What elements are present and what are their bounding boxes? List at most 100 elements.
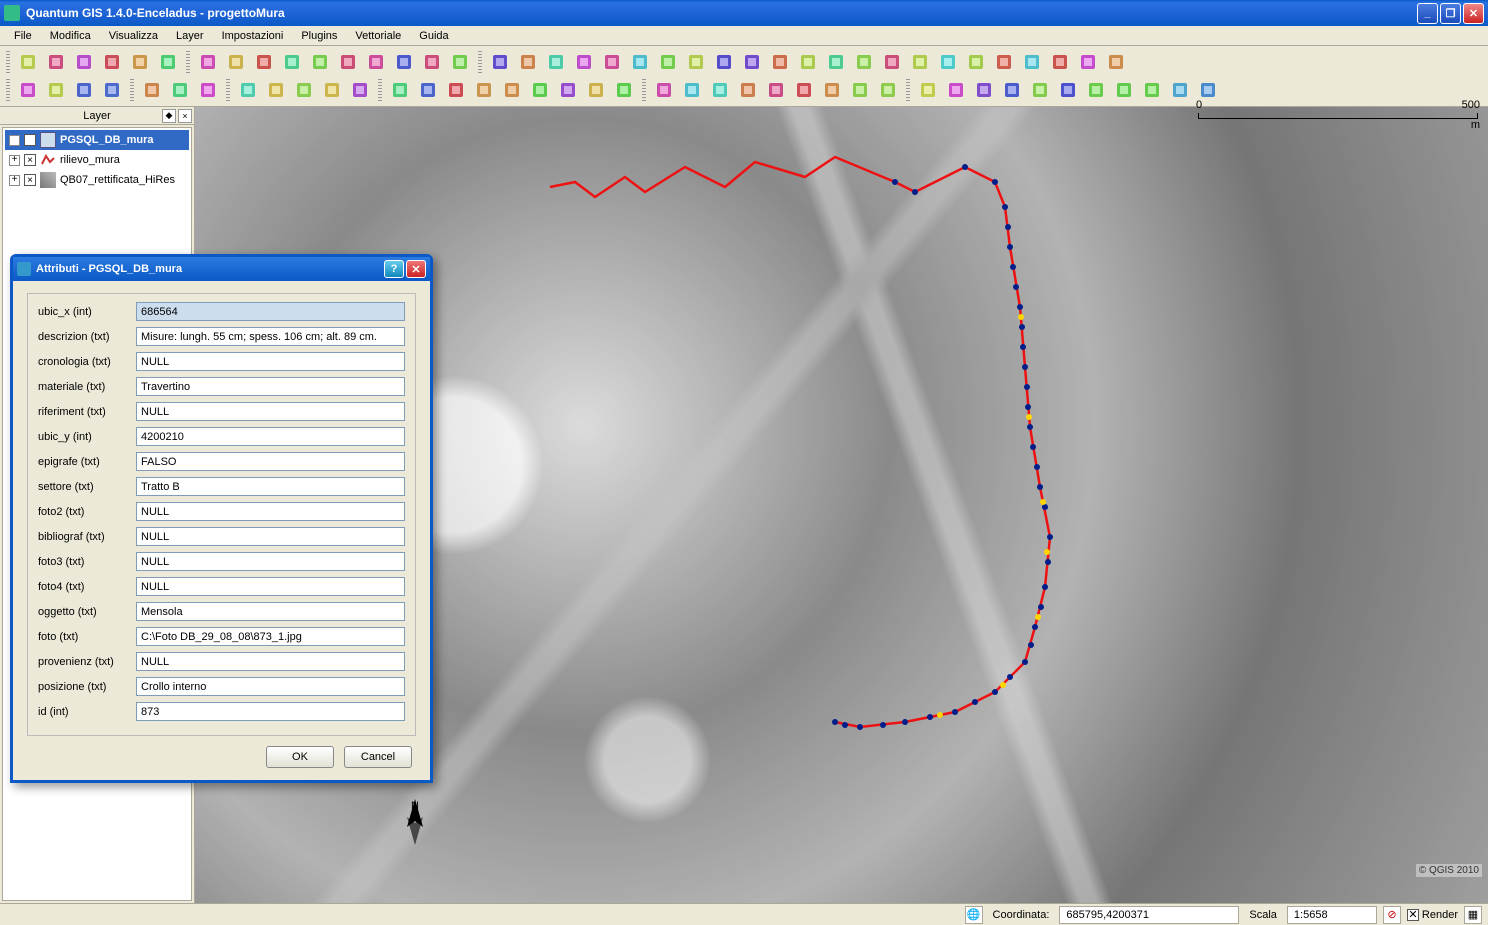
deselect-button[interactable] bbox=[72, 78, 96, 102]
add-spatialite-button[interactable] bbox=[308, 50, 332, 74]
zoom-selection-button[interactable] bbox=[472, 78, 496, 102]
dialog-titlebar[interactable]: Attributi - PGSQL_DB_mura ? ✕ bbox=[13, 257, 430, 281]
attribute-table-button[interactable] bbox=[100, 78, 124, 102]
rotate-button[interactable] bbox=[792, 78, 816, 102]
measure-area-button[interactable] bbox=[348, 78, 372, 102]
zoom-layer-button[interactable] bbox=[500, 78, 524, 102]
status-render-checkbox[interactable]: ✕ Render bbox=[1407, 909, 1458, 921]
expand-icon[interactable]: + bbox=[9, 155, 20, 166]
add-postgis-button[interactable] bbox=[252, 50, 276, 74]
field-input[interactable] bbox=[136, 652, 405, 671]
dissolve-button[interactable] bbox=[1112, 78, 1136, 102]
world-button[interactable] bbox=[628, 50, 652, 74]
expand-icon[interactable]: + bbox=[9, 135, 20, 146]
plugin-manager-button[interactable] bbox=[1020, 50, 1044, 74]
pdf-button[interactable] bbox=[796, 50, 820, 74]
menu-file[interactable]: File bbox=[6, 28, 40, 44]
expand-icon[interactable]: + bbox=[9, 175, 20, 186]
field-input[interactable] bbox=[136, 527, 405, 546]
open-project-button[interactable] bbox=[44, 50, 68, 74]
move-feature-button[interactable] bbox=[680, 78, 704, 102]
window-close-button[interactable]: ✕ bbox=[1463, 3, 1484, 24]
rect-select-button[interactable] bbox=[292, 78, 316, 102]
field-input[interactable] bbox=[136, 427, 405, 446]
field-input[interactable] bbox=[136, 352, 405, 371]
split-button[interactable] bbox=[764, 78, 788, 102]
add-vector-button[interactable] bbox=[196, 50, 220, 74]
refresh-button[interactable] bbox=[584, 78, 608, 102]
ok-button[interactable]: OK bbox=[266, 746, 334, 768]
print-button[interactable] bbox=[156, 50, 180, 74]
reshape-button[interactable] bbox=[736, 78, 760, 102]
copy-features-button[interactable] bbox=[848, 78, 872, 102]
delimited-text-button[interactable] bbox=[824, 50, 848, 74]
save-as-button[interactable] bbox=[100, 50, 124, 74]
new-shapefile-button[interactable] bbox=[336, 50, 360, 74]
menu-plugins[interactable]: Plugins bbox=[293, 28, 345, 44]
add-raster-button[interactable] bbox=[224, 50, 248, 74]
symmetrical-button[interactable] bbox=[1084, 78, 1108, 102]
select-features-button[interactable] bbox=[44, 78, 68, 102]
buffer-button[interactable] bbox=[944, 78, 968, 102]
north-arrow-plugin-button[interactable] bbox=[684, 50, 708, 74]
field-input[interactable] bbox=[136, 402, 405, 421]
field-input[interactable] bbox=[136, 477, 405, 496]
status-stop-render-button[interactable]: ⊘ bbox=[1383, 906, 1401, 924]
redo-button[interactable] bbox=[916, 78, 940, 102]
select-button[interactable] bbox=[1104, 50, 1128, 74]
save-project-button[interactable] bbox=[72, 50, 96, 74]
field-input[interactable] bbox=[136, 327, 405, 346]
union-button[interactable] bbox=[1000, 78, 1024, 102]
identify-button[interactable] bbox=[936, 50, 960, 74]
labels-button[interactable] bbox=[196, 78, 220, 102]
field-input[interactable] bbox=[136, 552, 405, 571]
layer-props-button[interactable] bbox=[168, 78, 192, 102]
zoom-in-button[interactable] bbox=[388, 78, 412, 102]
bookmarks-button[interactable] bbox=[236, 78, 260, 102]
add-wms-button[interactable] bbox=[280, 50, 304, 74]
identify-tool-button[interactable] bbox=[16, 78, 40, 102]
node-tool-button[interactable] bbox=[652, 78, 676, 102]
layer-item[interactable]: +×PGSQL_DB_mura bbox=[5, 130, 189, 150]
print-composer-button[interactable] bbox=[128, 50, 152, 74]
vertex-button[interactable] bbox=[708, 78, 732, 102]
sql-button[interactable] bbox=[1048, 50, 1072, 74]
menu-help[interactable]: Guida bbox=[411, 28, 456, 44]
field-input[interactable] bbox=[136, 452, 405, 471]
status-scale-value[interactable]: 1:5658 bbox=[1287, 906, 1377, 924]
python-button[interactable] bbox=[908, 50, 932, 74]
zoom-full-button[interactable] bbox=[444, 78, 468, 102]
remove-layer-button[interactable] bbox=[364, 50, 388, 74]
d2-button[interactable] bbox=[516, 50, 540, 74]
scale-bar-plugin-button[interactable] bbox=[488, 50, 512, 74]
field-input[interactable] bbox=[136, 302, 405, 321]
field-input[interactable] bbox=[136, 377, 405, 396]
status-crs-icon[interactable]: 🌐 bbox=[965, 906, 983, 924]
merge-button[interactable] bbox=[1028, 78, 1052, 102]
stats-button[interactable] bbox=[992, 50, 1016, 74]
home-button[interactable] bbox=[264, 78, 288, 102]
raster-calc-button[interactable] bbox=[600, 50, 624, 74]
field-input[interactable] bbox=[136, 677, 405, 696]
zoom-next-button[interactable] bbox=[556, 78, 580, 102]
grass-button[interactable] bbox=[852, 50, 876, 74]
wfs-button[interactable] bbox=[420, 50, 444, 74]
zoom-last-button[interactable] bbox=[528, 78, 552, 102]
new-gpx-button[interactable] bbox=[392, 50, 416, 74]
menu-edit[interactable]: Modifica bbox=[42, 28, 99, 44]
undo-button[interactable] bbox=[876, 78, 900, 102]
field-input[interactable] bbox=[136, 502, 405, 521]
layer-visibility-checkbox[interactable]: × bbox=[24, 134, 36, 146]
pencil-button[interactable] bbox=[612, 78, 636, 102]
zoom-out-button[interactable] bbox=[416, 78, 440, 102]
clip-button[interactable] bbox=[972, 78, 996, 102]
elephant-button[interactable] bbox=[880, 50, 904, 74]
window-minimize-button[interactable]: _ bbox=[1417, 3, 1438, 24]
ftools-button[interactable] bbox=[572, 50, 596, 74]
delete-ring-button[interactable] bbox=[1168, 78, 1192, 102]
osm-button[interactable] bbox=[768, 50, 792, 74]
gps-button[interactable] bbox=[712, 50, 736, 74]
simplify-button[interactable] bbox=[820, 78, 844, 102]
measure-button[interactable] bbox=[320, 78, 344, 102]
layer-visibility-checkbox[interactable]: × bbox=[24, 174, 36, 186]
